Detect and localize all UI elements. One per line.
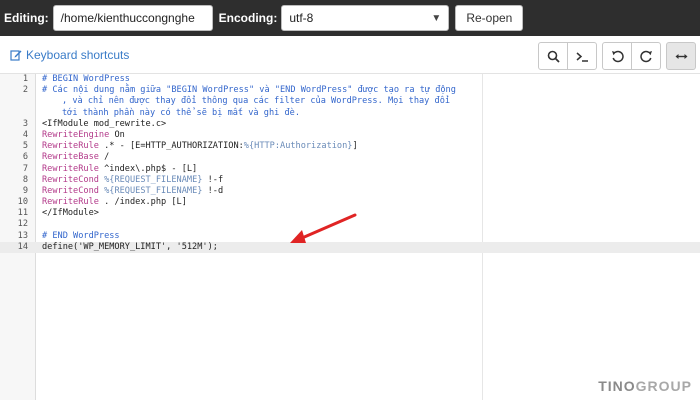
editor-header-bar: Editing: /home/kienthuccongnghe Encoding… bbox=[0, 0, 700, 36]
line-number: 12 bbox=[17, 219, 28, 230]
toggle-wrap-button[interactable] bbox=[666, 42, 696, 70]
chevron-down-icon: ▼ bbox=[431, 12, 442, 24]
directive: RewriteRule bbox=[42, 163, 99, 174]
expand-horizontal-icon bbox=[675, 53, 687, 59]
search-icon bbox=[547, 50, 560, 63]
keyboard-shortcuts-link[interactable]: Keyboard shortcuts bbox=[10, 48, 129, 62]
line-text: . /index.php [L] bbox=[98, 197, 187, 208]
line-number: 13 bbox=[17, 230, 28, 241]
code-lines: 1 # BEGIN WordPress 2 # Các nội dung nằm g… bbox=[0, 74, 700, 253]
line-text: ] bbox=[352, 141, 358, 152]
code-line: 9 RewriteCond %{REQUEST_FILENAME} !-d bbox=[0, 186, 700, 197]
line-text: <IfModule mod_rewrite.c> bbox=[42, 118, 167, 129]
file-path-value: /home/kienthuccongnghe bbox=[60, 11, 195, 25]
code-editor[interactable]: 1 # BEGIN WordPress 2 # Các nội dung nằm g… bbox=[0, 74, 700, 400]
directive: RewriteRule bbox=[42, 197, 99, 208]
line-number: 14 bbox=[17, 241, 28, 252]
code-line: 7 RewriteRule ^index\.php$ - [L] bbox=[0, 164, 700, 175]
line-number: 1 bbox=[22, 74, 28, 84]
code-line: 8 RewriteCond %{REQUEST_FILENAME} !-f bbox=[0, 175, 700, 186]
code-line: 1 # BEGIN WordPress bbox=[0, 74, 700, 85]
line-text: ^index\.php$ - [L] bbox=[98, 163, 198, 174]
line-number: 6 bbox=[22, 152, 28, 163]
brand-part1: TINO bbox=[598, 378, 636, 394]
code-line: 11 </IfModule> bbox=[0, 208, 700, 219]
editing-label: Editing: bbox=[4, 11, 49, 25]
line-text: , và chỉ nên được thay đổi thông qua các… bbox=[62, 96, 451, 107]
directive: RewriteBase bbox=[42, 152, 99, 163]
line-number: 5 bbox=[22, 141, 28, 152]
encoding-label: Encoding: bbox=[218, 11, 278, 25]
directive: RewriteEngine bbox=[42, 129, 110, 140]
line-text: .* - [E=HTTP_AUTHORIZATION: bbox=[98, 141, 244, 152]
code-line: 12 bbox=[0, 219, 700, 230]
line-text: # BEGIN WordPress bbox=[42, 74, 130, 84]
line-number: 2 bbox=[22, 85, 28, 96]
code-line: 5 RewriteRule .* - [E=HTTP_AUTHORIZATION:… bbox=[0, 141, 700, 152]
code-line: 6 RewriteBase / bbox=[0, 152, 700, 163]
directive: RewriteCond bbox=[42, 185, 99, 196]
line-text: </IfModule> bbox=[42, 208, 99, 219]
line-number: 8 bbox=[22, 174, 28, 185]
line-text: !-f bbox=[202, 174, 224, 185]
line-number: 10 bbox=[17, 197, 28, 208]
line-number: 11 bbox=[17, 208, 28, 219]
line-text: # Các nội dung nằm giữa "BEGIN WordPress… bbox=[42, 85, 456, 96]
file-path-field[interactable]: /home/kienthuccongnghe bbox=[52, 5, 213, 31]
line-number: 9 bbox=[22, 185, 28, 196]
code-line: 2 # Các nội dung nằm giữa "BEGIN WordPres… bbox=[0, 85, 700, 96]
encoding-select[interactable]: utf-8 ▼ bbox=[281, 5, 450, 31]
search-button[interactable] bbox=[538, 42, 568, 70]
code-line: 3 <IfModule mod_rewrite.c> bbox=[0, 119, 700, 130]
goto-line-button[interactable] bbox=[567, 42, 597, 70]
directive: RewriteRule bbox=[42, 141, 99, 152]
variable: %{REQUEST_FILENAME} bbox=[104, 185, 203, 196]
line-number: 7 bbox=[22, 163, 28, 174]
undo-icon bbox=[611, 50, 624, 62]
code-line-active: 14 define('WP_MEMORY_LIMIT', '512M'); bbox=[0, 241, 700, 253]
edit-icon bbox=[10, 50, 22, 61]
line-number: 3 bbox=[22, 118, 28, 129]
line-text: tới thành phần này có thể sẽ bị mất và g… bbox=[62, 107, 300, 118]
redo-button[interactable] bbox=[631, 42, 661, 70]
editor-toolbar: Keyboard shortcuts bbox=[0, 38, 700, 74]
code-line-wrapped: tới thành phần này có thể sẽ bị mất và g… bbox=[0, 108, 700, 119]
line-text: !-d bbox=[202, 185, 224, 196]
encoding-value: utf-8 bbox=[289, 11, 314, 25]
undo-button[interactable] bbox=[602, 42, 632, 70]
brand-part2: GROUP bbox=[635, 378, 692, 394]
code-line-wrapped: , và chỉ nên được thay đổi thông qua các… bbox=[0, 96, 700, 107]
directive: RewriteCond bbox=[42, 174, 99, 185]
brand-watermark: TINOGROUP bbox=[598, 378, 692, 394]
code-line: 4 RewriteEngine On bbox=[0, 130, 700, 141]
keyboard-shortcuts-label: Keyboard shortcuts bbox=[26, 48, 130, 62]
variable: %{REQUEST_FILENAME} bbox=[104, 174, 203, 185]
code-line: 13 # END WordPress bbox=[0, 231, 700, 242]
variable: %{HTTP:Authorization} bbox=[243, 141, 353, 152]
line-text: / bbox=[98, 152, 110, 163]
line-text: On bbox=[109, 129, 125, 140]
line-number: 4 bbox=[22, 129, 28, 140]
reopen-button[interactable]: Re-open bbox=[455, 5, 524, 31]
line-text: # END WordPress bbox=[42, 230, 120, 241]
terminal-icon bbox=[576, 51, 588, 62]
code-line: 10 RewriteRule . /index.php [L] bbox=[0, 197, 700, 208]
redo-icon bbox=[639, 50, 652, 62]
line-text: define('WP_MEMORY_LIMIT', '512M'); bbox=[42, 241, 218, 252]
